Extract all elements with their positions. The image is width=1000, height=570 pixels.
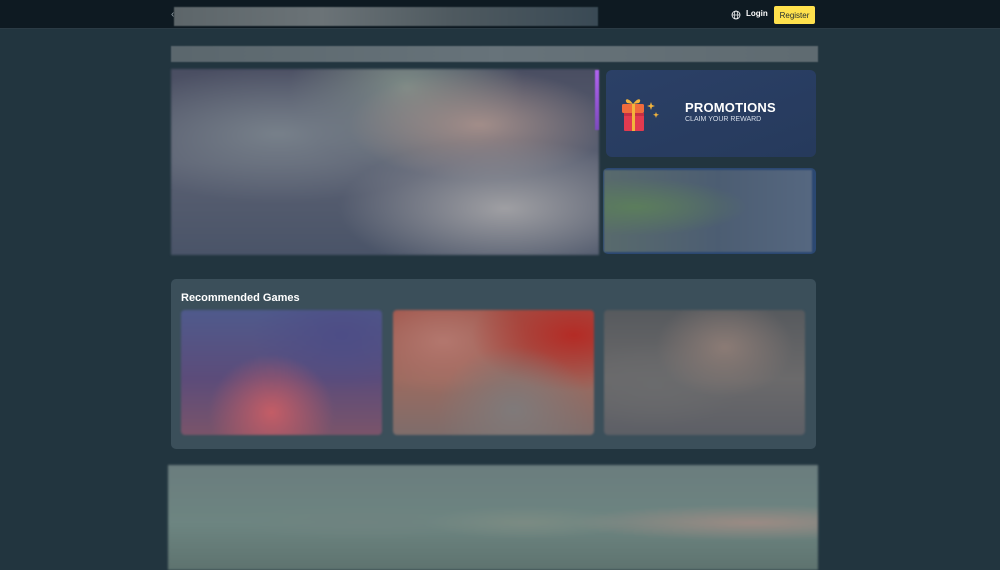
game-tile[interactable] (181, 310, 382, 435)
login-button[interactable]: Login (746, 9, 768, 18)
game-tile[interactable] (393, 310, 594, 435)
promo-card-image (604, 170, 812, 252)
promo-card-secondary[interactable] (603, 168, 816, 254)
register-button[interactable]: Register (774, 6, 815, 24)
gift-icon (622, 99, 659, 131)
hero-carousel[interactable] (171, 69, 599, 255)
recommended-games-section: Recommended Games (171, 279, 816, 449)
promotions-subtitle: CLAIM YOUR REWARD (685, 116, 762, 123)
nav-menu-blurred[interactable] (174, 7, 598, 26)
carousel-next-slide-peek[interactable] (595, 70, 599, 130)
promotions-title: PROMOTIONS (685, 100, 776, 115)
game-tile[interactable] (604, 310, 805, 435)
section-title: Recommended Games (181, 292, 300, 304)
providers-banner[interactable] (168, 465, 818, 570)
top-navbar: ‹ Login Register (0, 0, 1000, 29)
promotions-card[interactable]: PROMOTIONS CLAIM YOUR REWARD (606, 70, 816, 157)
globe-icon[interactable] (731, 10, 741, 20)
announcement-banner[interactable] (171, 46, 818, 62)
